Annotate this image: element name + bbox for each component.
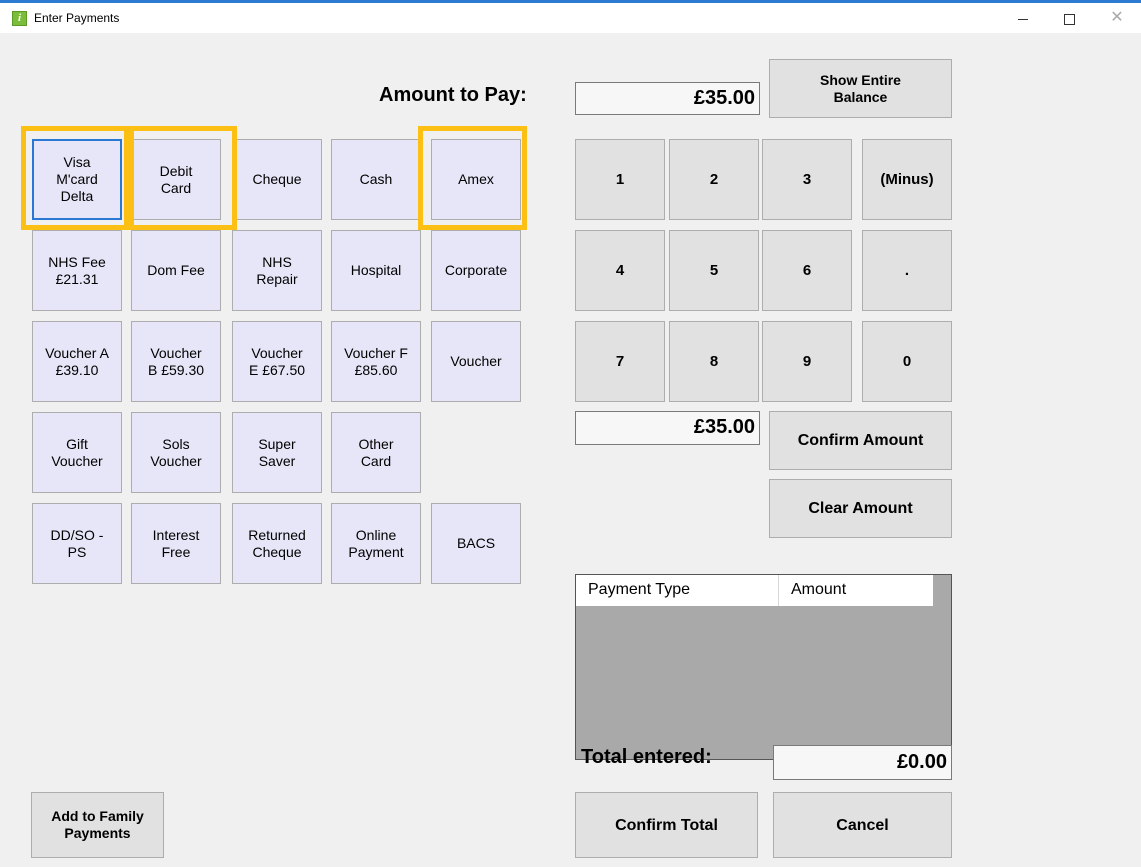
cash-button[interactable]: Cash xyxy=(331,139,421,220)
voucher-f-button[interactable]: Voucher F £85.60 xyxy=(331,321,421,402)
other-card-button[interactable]: Other Card xyxy=(331,412,421,493)
voucher-b-button[interactable]: Voucher B £59.30 xyxy=(131,321,221,402)
minimize-button[interactable] xyxy=(1000,3,1046,33)
entered-amount-field[interactable]: £35.00 xyxy=(575,411,760,445)
confirm-amount-button[interactable]: Confirm Amount xyxy=(769,411,952,470)
total-entered-field[interactable]: £0.00 xyxy=(773,745,952,780)
cheque-button[interactable]: Cheque xyxy=(232,139,322,220)
show-entire-balance-button[interactable]: Show Entire Balance xyxy=(769,59,952,118)
amex-button[interactable]: Amex xyxy=(431,139,521,220)
keypad-decimal-button[interactable]: . xyxy=(862,230,952,311)
interest-free-button[interactable]: Interest Free xyxy=(131,503,221,584)
maximize-icon xyxy=(1063,13,1075,25)
bacs-button[interactable]: BACS xyxy=(431,503,521,584)
dd-so-ps-button[interactable]: DD/SO - PS xyxy=(32,503,122,584)
keypad-6-button[interactable]: 6 xyxy=(762,230,852,311)
cancel-button[interactable]: Cancel xyxy=(773,792,952,858)
keypad-2-button[interactable]: 2 xyxy=(669,139,759,220)
amount-to-pay-label: Amount to Pay: xyxy=(379,84,527,106)
keypad-9-button[interactable]: 9 xyxy=(762,321,852,402)
online-payment-button[interactable]: Online Payment xyxy=(331,503,421,584)
keypad-3-button[interactable]: 3 xyxy=(762,139,852,220)
keypad-4-button[interactable]: 4 xyxy=(575,230,665,311)
close-button[interactable]: ✕ xyxy=(1094,3,1140,33)
returned-cheque-button[interactable]: Returned Cheque xyxy=(232,503,322,584)
gift-voucher-button[interactable]: Gift Voucher xyxy=(32,412,122,493)
info-icon: i xyxy=(12,11,27,26)
grid-header-amount[interactable]: Amount xyxy=(791,581,846,599)
voucher-a-button[interactable]: Voucher A £39.10 xyxy=(32,321,122,402)
nhs-fee-button[interactable]: NHS Fee £21.31 xyxy=(32,230,122,311)
keypad-minus-button[interactable]: (Minus) xyxy=(862,139,952,220)
visa-mcard-delta-button[interactable]: Visa M'card Delta xyxy=(32,139,122,220)
total-entered-label: Total entered: xyxy=(581,746,712,768)
keypad-5-button[interactable]: 5 xyxy=(669,230,759,311)
grid-header: Payment Type Amount xyxy=(576,575,933,606)
payments-grid[interactable]: Payment Type Amount xyxy=(575,574,952,760)
minimize-icon xyxy=(1018,18,1028,20)
keypad-7-button[interactable]: 7 xyxy=(575,321,665,402)
window-title: Enter Payments xyxy=(34,11,120,25)
nhs-repair-button[interactable]: NHS Repair xyxy=(232,230,322,311)
voucher-button[interactable]: Voucher xyxy=(431,321,521,402)
voucher-e-button[interactable]: Voucher E £67.50 xyxy=(232,321,322,402)
hospital-button[interactable]: Hospital xyxy=(331,230,421,311)
super-saver-button[interactable]: Super Saver xyxy=(232,412,322,493)
debit-card-button[interactable]: Debit Card xyxy=(131,139,221,220)
grid-header-payment-type[interactable]: Payment Type xyxy=(588,581,690,599)
dom-fee-button[interactable]: Dom Fee xyxy=(131,230,221,311)
amount-to-pay-field[interactable]: £35.00 xyxy=(575,82,760,115)
confirm-total-button[interactable]: Confirm Total xyxy=(575,792,758,858)
keypad-0-button[interactable]: 0 xyxy=(862,321,952,402)
sols-voucher-button[interactable]: Sols Voucher xyxy=(131,412,221,493)
grid-column-separator xyxy=(778,575,779,606)
clear-amount-button[interactable]: Clear Amount xyxy=(769,479,952,538)
title-bar: i Enter Payments ✕ xyxy=(0,3,1141,33)
corporate-button[interactable]: Corporate xyxy=(431,230,521,311)
add-to-family-payments-button[interactable]: Add to Family Payments xyxy=(31,792,164,858)
keypad-8-button[interactable]: 8 xyxy=(669,321,759,402)
maximize-button[interactable] xyxy=(1046,3,1092,33)
keypad-1-button[interactable]: 1 xyxy=(575,139,665,220)
